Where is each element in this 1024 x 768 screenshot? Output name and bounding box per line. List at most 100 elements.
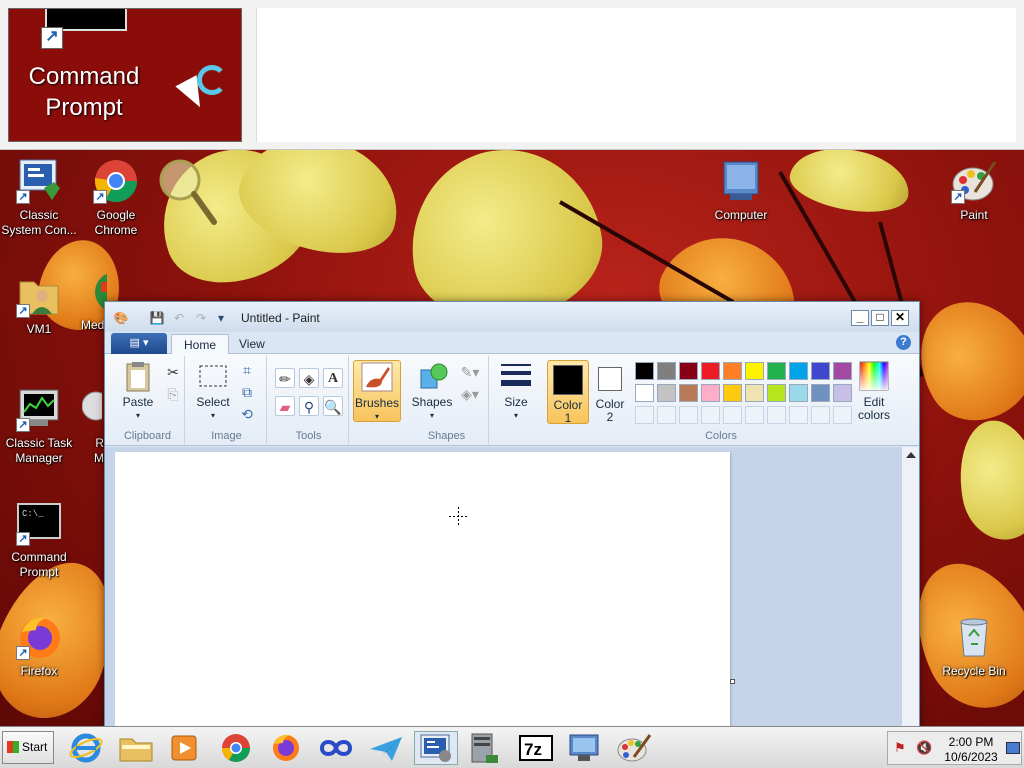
volume-muted-icon[interactable]: 🔇	[916, 740, 932, 756]
clock-time[interactable]: 2:00 PM	[936, 735, 1006, 749]
magnifier-icon[interactable]: 🔍	[323, 396, 343, 416]
maximize-button[interactable]: □	[871, 310, 889, 326]
taskbar-firefox[interactable]	[266, 731, 306, 765]
save-icon[interactable]: 💾	[149, 310, 165, 326]
desktop-icon-r-m[interactable]: R M	[82, 386, 104, 466]
desktop-icon-classic-system-config[interactable]: ↗ Classic System Con...	[0, 158, 78, 238]
palette-custom-slot[interactable]	[701, 406, 720, 424]
minimize-button[interactable]: _	[851, 310, 869, 326]
palette-custom-slot[interactable]	[745, 406, 764, 424]
palette-color-swatch[interactable]	[701, 362, 720, 380]
palette-color-swatch[interactable]	[701, 384, 720, 402]
copy-icon[interactable]: ⎘	[163, 384, 183, 404]
desktop-icon-classic-task-manager[interactable]: ↗ Classic Task Manager	[0, 386, 78, 466]
palette-color-swatch[interactable]	[767, 362, 786, 380]
desktop-icon-google-chrome[interactable]: ↗ Google Chrome	[77, 158, 155, 238]
paint-menu-button[interactable]: ▤ ▾	[111, 333, 167, 354]
taskbar-chrome[interactable]	[216, 731, 256, 765]
palette-custom-slot[interactable]	[723, 406, 742, 424]
drawing-canvas[interactable]	[115, 452, 730, 730]
palette-color-swatch[interactable]	[745, 384, 764, 402]
fill-bucket-icon[interactable]: ◈	[299, 368, 319, 388]
taskbar-paint[interactable]	[614, 731, 654, 765]
eraser-icon[interactable]: ▰	[275, 396, 295, 416]
rotate-icon[interactable]: ⟲	[237, 404, 257, 424]
palette-color-swatch[interactable]	[635, 362, 654, 380]
tab-home[interactable]: Home	[171, 334, 230, 355]
palette-color-swatch[interactable]	[789, 362, 808, 380]
vertical-scrollbar[interactable]	[901, 447, 919, 730]
taskbar-infinity-app[interactable]	[316, 731, 356, 765]
show-desktop-icon[interactable]	[1006, 742, 1020, 754]
fill-icon[interactable]: ◈▾	[457, 384, 483, 404]
palette-color-swatch[interactable]	[657, 362, 676, 380]
palette-color-swatch[interactable]	[635, 384, 654, 402]
tab-view[interactable]: View	[227, 334, 277, 355]
paint-app-icon[interactable]: 🎨	[113, 310, 129, 326]
taskbar-media-player[interactable]	[164, 731, 204, 765]
palette-custom-slot[interactable]	[789, 406, 808, 424]
clock-date[interactable]: 10/6/2023	[936, 750, 1006, 764]
cut-icon[interactable]: ✂	[163, 362, 183, 382]
palette-custom-slot[interactable]	[767, 406, 786, 424]
palette-color-swatch[interactable]	[767, 384, 786, 402]
taskbar-server-app[interactable]	[464, 731, 504, 765]
close-button[interactable]: ✕	[891, 310, 909, 326]
select-button[interactable]: Select ▾	[193, 360, 233, 422]
color1-button[interactable]: Color 1	[547, 360, 589, 425]
brushes-button[interactable]: Brushes ▾	[353, 360, 401, 422]
desktop-icon-vm1[interactable]: ↗ VM1	[0, 272, 78, 337]
palette-custom-slot[interactable]	[833, 406, 852, 424]
palette-color-swatch[interactable]	[811, 362, 830, 380]
palette-color-swatch[interactable]	[789, 384, 808, 402]
scroll-up-arrow-icon[interactable]	[906, 452, 916, 458]
palette-color-swatch[interactable]	[679, 384, 698, 402]
color-picker-icon[interactable]: ⚲	[299, 396, 319, 416]
color2-button[interactable]: Color 2	[591, 360, 629, 424]
text-tool-icon[interactable]: A	[323, 368, 343, 388]
desktop-icon-firefox[interactable]: ↗ Firefox	[0, 614, 78, 679]
palette-color-swatch[interactable]	[657, 384, 676, 402]
palette-custom-slot[interactable]	[811, 406, 830, 424]
palette-custom-slot[interactable]	[657, 406, 676, 424]
palette-color-swatch[interactable]	[679, 362, 698, 380]
taskbar-internet-explorer[interactable]	[66, 731, 106, 765]
paste-button[interactable]: Paste ▾	[115, 360, 161, 422]
taskbar-remote-desktop[interactable]	[564, 731, 604, 765]
desktop-icon-recycle-bin[interactable]: Recycle Bin	[935, 614, 1013, 679]
line-size-icon	[499, 360, 533, 392]
customize-quick-access-icon[interactable]: ▾	[213, 310, 229, 326]
preview-thumbnail[interactable]: ↗ Command Prompt	[8, 8, 242, 142]
taskbar-paper-plane-app[interactable]	[366, 731, 406, 765]
undo-icon[interactable]: ↶	[171, 310, 187, 326]
paint-window[interactable]: 🎨 💾 ↶ ↷ ▾ Untitled - Paint _ □ ✕ ▤ ▾ Hom…	[104, 301, 920, 731]
outline-icon[interactable]: ✎▾	[457, 362, 483, 382]
desktop-icon-media[interactable]: Med	[77, 272, 107, 333]
size-button[interactable]: Size ▾	[495, 360, 537, 422]
resize-icon[interactable]: ⧉	[237, 382, 257, 402]
palette-custom-slot[interactable]	[635, 406, 654, 424]
taskbar-system-config[interactable]	[414, 731, 458, 765]
shapes-button[interactable]: Shapes ▾	[409, 360, 455, 422]
taskbar-7zip[interactable]: 7z	[516, 731, 556, 765]
palette-color-swatch[interactable]	[723, 384, 742, 402]
palette-color-swatch[interactable]	[833, 384, 852, 402]
edit-colors-button[interactable]: Edit colors	[851, 360, 897, 422]
title-bar[interactable]: 🎨 💾 ↶ ↷ ▾ Untitled - Paint _ □ ✕	[105, 302, 919, 332]
redo-icon[interactable]: ↷	[193, 310, 209, 326]
crop-icon[interactable]: ⌗	[237, 360, 257, 380]
desktop-icon-paint[interactable]: ↗ Paint	[935, 158, 1013, 223]
pencil-icon[interactable]: ✏	[275, 368, 295, 388]
help-icon[interactable]: ?	[896, 335, 911, 350]
desktop-icon-command-prompt[interactable]: C:\_ ↗ Command Prompt	[0, 500, 78, 580]
canvas-resize-handle[interactable]	[730, 679, 735, 684]
action-center-flag-icon[interactable]: ⚑	[894, 740, 906, 756]
palette-color-swatch[interactable]	[811, 384, 830, 402]
palette-color-swatch[interactable]	[723, 362, 742, 380]
palette-custom-slot[interactable]	[679, 406, 698, 424]
taskbar-file-explorer[interactable]	[116, 731, 156, 765]
palette-color-swatch[interactable]	[833, 362, 852, 380]
palette-color-swatch[interactable]	[745, 362, 764, 380]
desktop-icon-computer[interactable]: Computer	[702, 158, 780, 223]
start-button[interactable]: Start	[2, 731, 54, 764]
